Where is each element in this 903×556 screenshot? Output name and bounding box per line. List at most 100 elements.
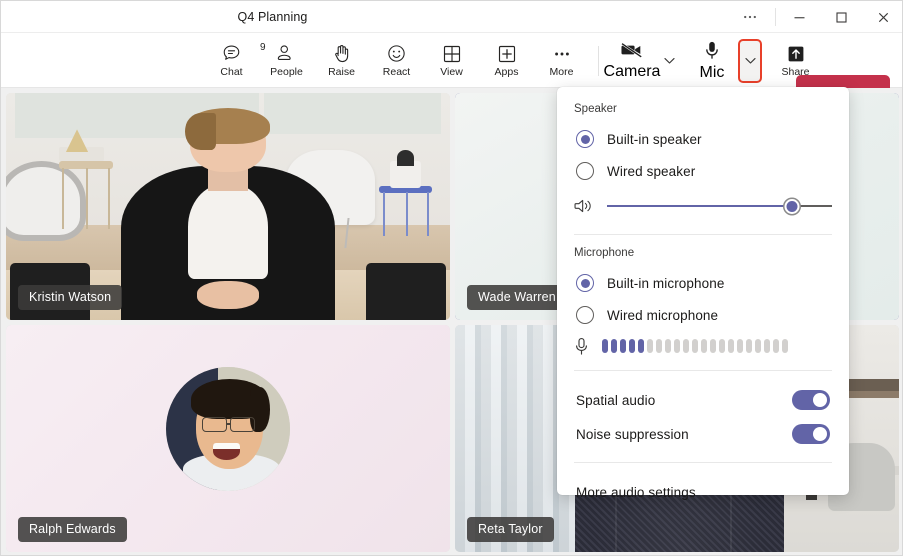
microphone-option-built-in[interactable]: Built-in microphone — [574, 268, 832, 298]
mic-level-meter — [602, 339, 832, 353]
toolbar-label-chat: Chat — [220, 67, 242, 78]
noise-suppression-row[interactable]: Noise suppression — [574, 417, 832, 451]
microphone-option-wired[interactable]: Wired microphone — [574, 300, 832, 330]
camera-control: Camera — [606, 36, 680, 86]
toolbar-divider — [598, 46, 599, 76]
speaker-group-label: Speaker — [574, 103, 832, 115]
toolbar-item-chat[interactable]: Chat — [204, 36, 259, 86]
minimize-icon — [793, 11, 806, 24]
noise-suppression-toggle[interactable] — [792, 424, 830, 444]
maximize-icon — [835, 11, 848, 24]
mic-level-bar — [773, 339, 779, 353]
toolbar-item-raise[interactable]: Raise — [314, 36, 369, 86]
volume-slider-fill — [607, 205, 792, 207]
microphone-icon — [574, 337, 589, 356]
speaker-option-built-in[interactable]: Built-in speaker — [574, 124, 832, 154]
raise-hand-icon — [332, 43, 352, 64]
people-count-badge: 9 — [260, 42, 309, 53]
teams-meeting-window: Q4 Planning — [0, 0, 903, 556]
mic-toggle-button[interactable]: Mic — [686, 36, 738, 86]
microphone-option-label: Wired microphone — [607, 308, 718, 323]
more-ellipsis-icon — [742, 9, 758, 25]
audio-settings-dropdown: Speaker Built-in speaker Wired speaker — [557, 87, 849, 495]
chat-icon — [221, 43, 242, 64]
mic-level-bar — [674, 339, 680, 353]
microphone-group-label: Microphone — [574, 247, 832, 259]
mic-level-bar — [764, 339, 770, 353]
microphone-option-label: Built-in microphone — [607, 276, 724, 291]
toolbar-label-people: People — [270, 67, 303, 78]
speaker-option-wired[interactable]: Wired speaker — [574, 156, 832, 186]
more-ellipsis-icon — [552, 43, 572, 64]
toolbar-label-view: View — [440, 67, 463, 78]
mic-dropdown-chevron[interactable] — [738, 39, 762, 83]
minimize-button[interactable] — [778, 1, 820, 33]
participant-name-tag: Kristin Watson — [18, 285, 122, 310]
mic-level-bar — [728, 339, 734, 353]
apps-plus-icon — [497, 43, 517, 64]
spatial-audio-toggle[interactable] — [792, 390, 830, 410]
toolbar-label-more: More — [550, 67, 574, 78]
mic-level-bar — [665, 339, 671, 353]
toolbar-item-view[interactable]: View — [424, 36, 479, 86]
volume-speaker-icon — [574, 197, 594, 215]
speaker-option-label: Built-in speaker — [607, 132, 702, 147]
title-bar: Q4 Planning — [1, 1, 903, 33]
mic-level-bar — [746, 339, 752, 353]
react-smiley-icon — [386, 43, 407, 64]
dropdown-divider — [574, 462, 832, 463]
toolbar-item-react[interactable]: React — [369, 36, 424, 86]
window-more-options-button[interactable] — [727, 1, 773, 33]
camera-dropdown-chevron[interactable] — [658, 40, 680, 82]
mic-level-bar — [647, 339, 653, 353]
camera-off-icon — [620, 40, 644, 60]
mic-level-bar — [692, 339, 698, 353]
mic-level-bar — [611, 339, 617, 353]
meeting-toolbar: Chat 9 People Raise — [1, 33, 903, 88]
radio-button[interactable] — [576, 306, 594, 324]
noise-suppression-label: Noise suppression — [576, 427, 689, 442]
toolbar-item-people[interactable]: 9 People — [259, 36, 314, 86]
close-icon — [877, 11, 890, 24]
video-tile-kristin-watson[interactable]: Kristin Watson — [6, 93, 450, 320]
dropdown-divider — [574, 370, 832, 371]
toolbar-label-apps: Apps — [495, 67, 519, 78]
toolbar-label-react: React — [383, 67, 410, 78]
maximize-button[interactable] — [820, 1, 862, 33]
toolbar-label-raise: Raise — [328, 67, 355, 78]
radio-button-selected[interactable] — [576, 274, 594, 292]
microphone-icon — [703, 40, 721, 61]
more-audio-settings-link[interactable]: More audio settings — [574, 475, 832, 509]
speaker-option-label: Wired speaker — [607, 164, 695, 179]
spatial-audio-label: Spatial audio — [576, 393, 655, 408]
radio-button[interactable] — [576, 162, 594, 180]
toolbar-label-camera: Camera — [604, 63, 661, 81]
volume-slider-thumb[interactable] — [784, 199, 799, 214]
volume-slider[interactable] — [607, 197, 832, 215]
avatar — [166, 367, 290, 491]
close-button[interactable] — [862, 1, 903, 33]
share-screen-icon — [786, 43, 806, 64]
video-tile-ralph-edwards[interactable]: Ralph Edwards — [6, 325, 450, 552]
mic-level-bar — [638, 339, 644, 353]
participant-name-tag: Wade Warren — [467, 285, 567, 310]
window-controls — [727, 1, 903, 33]
dropdown-divider — [574, 234, 832, 235]
radio-button-selected[interactable] — [576, 130, 594, 148]
mic-level-bar — [656, 339, 662, 353]
mic-level-bar — [683, 339, 689, 353]
mic-level-bar — [737, 339, 743, 353]
toolbar-item-more[interactable]: More — [534, 36, 589, 86]
mic-level-bar — [701, 339, 707, 353]
chevron-down-icon — [745, 57, 756, 65]
toolbar-item-apps[interactable]: Apps — [479, 36, 534, 86]
camera-toggle-button[interactable]: Camera — [606, 36, 658, 86]
mic-level-bar — [629, 339, 635, 353]
mic-level-bar — [719, 339, 725, 353]
mic-level-bar — [782, 339, 788, 353]
toolbar-actions: Chat 9 People Raise — [204, 33, 823, 88]
spatial-audio-row[interactable]: Spatial audio — [574, 383, 832, 417]
mic-level-bar — [710, 339, 716, 353]
window-controls-divider — [775, 8, 776, 26]
mic-level-meter-row — [574, 333, 832, 359]
